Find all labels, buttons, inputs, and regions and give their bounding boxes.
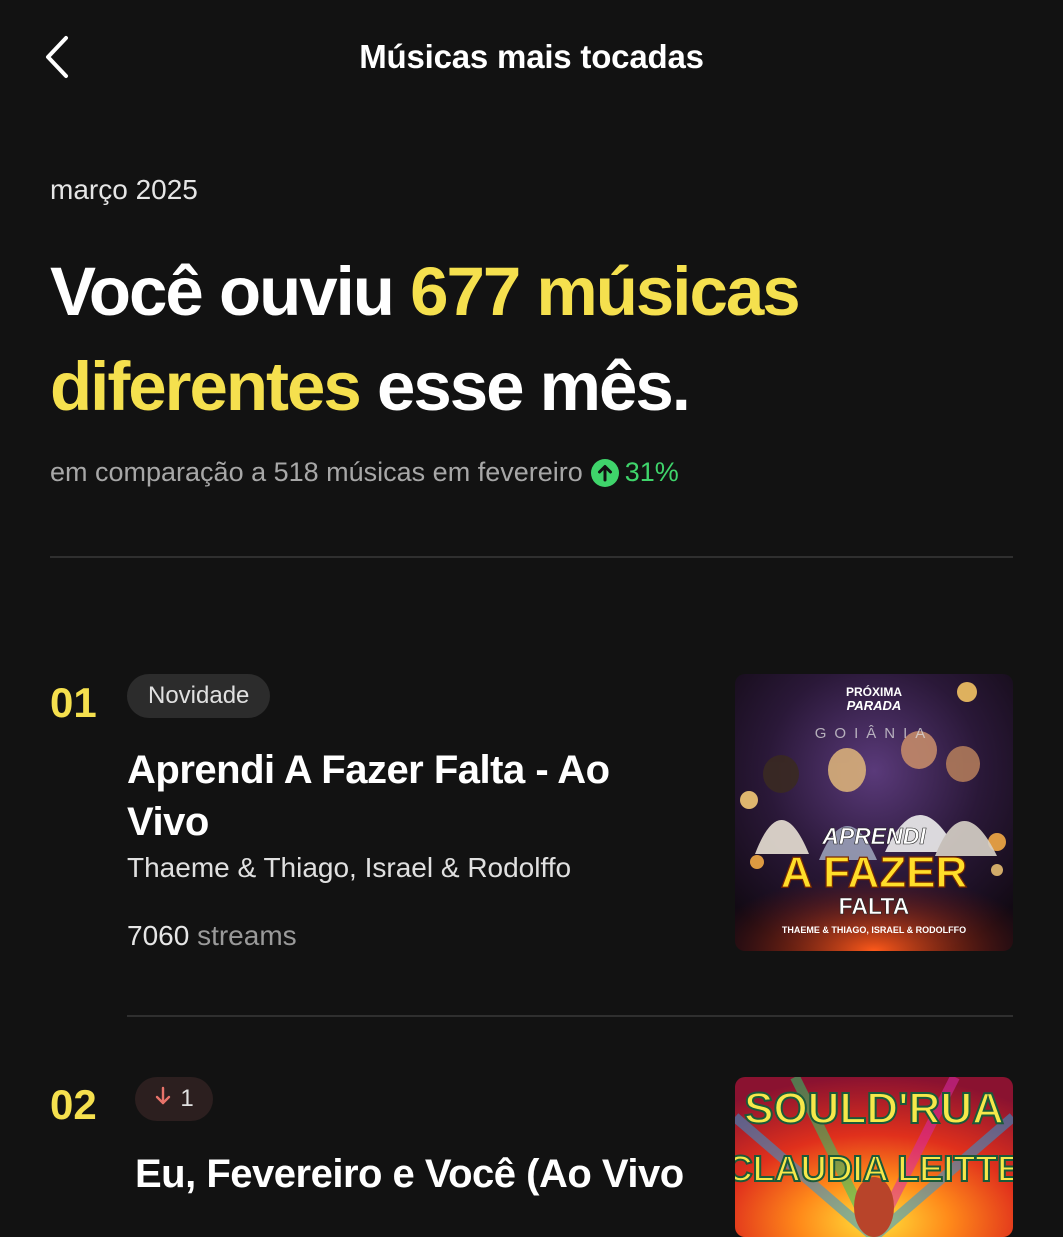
album-art[interactable]: SOULD'RUA CLAUDIA LEITTE [735,1077,1013,1237]
comparison-text: em comparação a 518 músicas em fevereiro [50,457,583,487]
rank-change-value: 1 [180,1085,194,1112]
comparison-percent: 31% [624,457,679,487]
period-label: março 2025 [50,174,198,205]
track-artist[interactable]: Thaeme & Thiago, Israel & Rodolffo [127,852,571,884]
divider [127,1015,1013,1017]
art-line2: CLAUDIA LEITTE [735,1148,1013,1189]
headline: Você ouviu 677 músicas diferentes esse m… [50,244,1010,434]
track-rank: 02 [50,1081,97,1128]
comparison-row: em comparação a 518 músicas em fevereiro… [50,457,679,488]
art-credits: THAEME & THIAGO, ISRAEL & RODOLFFO [782,925,966,935]
art-title-line3: FALTA [839,893,910,919]
art-venue: GOIÂNIA [815,725,934,742]
art-title-line2: A FAZER [781,848,968,897]
arrow-up-circle-icon [590,458,619,487]
track-rank: 01 [50,679,97,726]
streams-count: 7060 [127,920,190,951]
album-art[interactable]: PRÓXIMA PARADA GOIÂNIA APRENDI A FAZER F… [735,674,1013,951]
track-title[interactable]: Eu, Fevereiro e Você (Ao Vivo [135,1148,735,1200]
art-logo-line2: PARADA [847,698,902,713]
track-title[interactable]: Aprendi A Fazer Falta - Ao Vivo [127,744,687,848]
art-line1: SOULD'RUA [744,1084,1004,1133]
rank-change-badge: 1 [135,1077,213,1121]
headline-suffix: esse mês. [359,348,691,425]
headline-prefix: Você ouviu [50,253,411,330]
divider [50,556,1013,558]
page-title: Músicas mais tocadas [359,38,704,75]
new-badge: Novidade [127,674,271,718]
arrow-down-icon [154,1085,172,1114]
art-title-line1: APRENDI [821,823,926,849]
track-streams: 7060 streams [127,920,297,952]
streams-label: streams [197,920,297,951]
art-logo-line1: PRÓXIMA [846,684,902,699]
